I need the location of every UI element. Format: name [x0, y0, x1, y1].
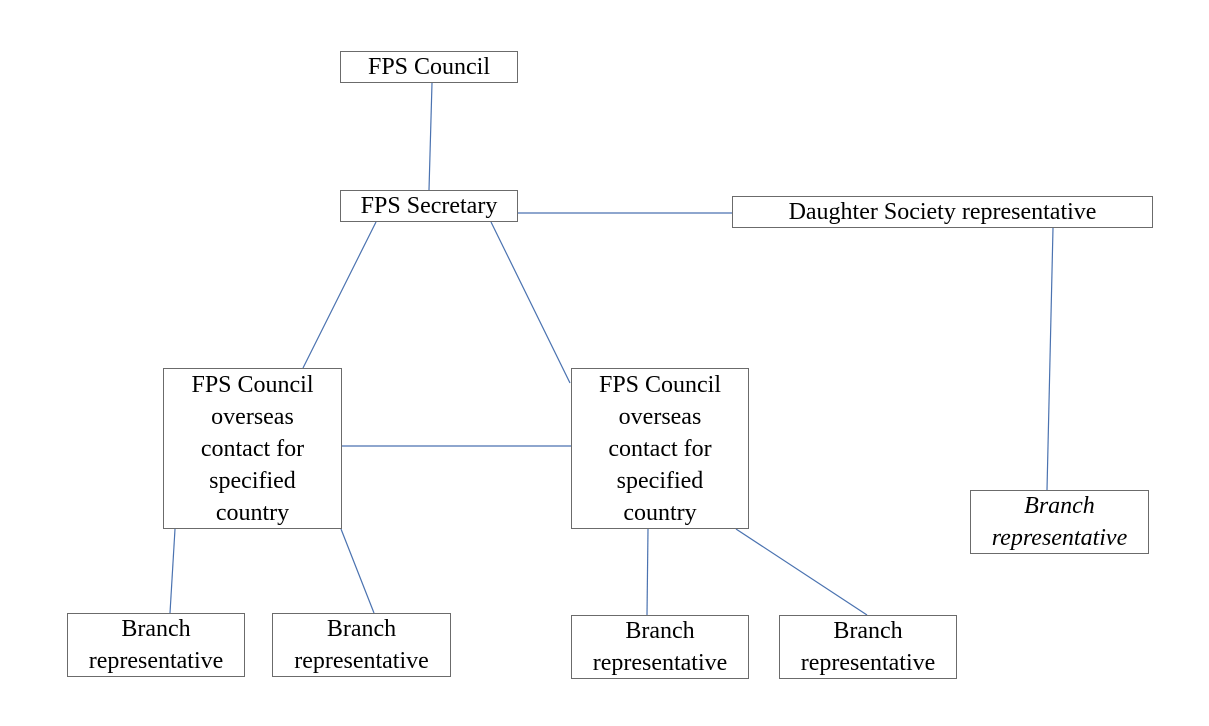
connector-council-to-secretary: [428, 82, 433, 191]
node-fps-council: FPS Council: [340, 51, 518, 83]
node-label-line: representative: [294, 648, 429, 674]
node-overseas-contact-left: FPS Council overseas contact for specifi…: [163, 368, 342, 529]
node-branch-representative-b1: Branch representative: [571, 615, 749, 679]
node-label-line: overseas: [618, 404, 702, 430]
node-label-line: country: [623, 500, 697, 526]
node-label: Daughter Society representative: [788, 199, 1097, 225]
node-label-line: Branch: [121, 616, 191, 642]
connector-overseas-b-to-branch-b1: [646, 528, 649, 616]
node-label-line: representative: [592, 650, 728, 676]
node-branch-representative-b2: Branch representative: [779, 615, 957, 679]
node-label-line: overseas: [211, 404, 294, 430]
node-branch-representative-daughter: Branch representative: [970, 490, 1149, 554]
connector-overseas-a-to-branch-a1: [169, 528, 176, 614]
node-label-block: FPS Council overseas contact for specifi…: [599, 369, 721, 529]
node-label-block: Branch representative: [593, 615, 728, 679]
node-label-line: contact for: [608, 436, 712, 462]
node-label-block: FPS Council overseas contact for specifi…: [191, 369, 313, 529]
node-label: FPS Council: [367, 54, 491, 80]
node-branch-representative-a2: Branch representative: [272, 613, 451, 677]
connector-overseas-b-to-branch-b2: [735, 528, 868, 616]
node-daughter-society-representative: Daughter Society representative: [732, 196, 1153, 228]
node-branch-representative-a1: Branch representative: [67, 613, 245, 677]
node-fps-secretary: FPS Secretary: [340, 190, 518, 222]
node-overseas-contact-right: FPS Council overseas contact for specifi…: [571, 368, 749, 529]
connector-secretary-to-overseas-a: [302, 221, 377, 369]
node-label-line: representative: [991, 525, 1128, 551]
node-label-line: FPS Council: [598, 372, 722, 398]
node-label-line: representative: [800, 650, 936, 676]
node-label-block: Branch representative: [89, 613, 224, 677]
connector-overseas-a-to-branch-a2: [340, 528, 375, 614]
node-label-block: Branch representative: [992, 490, 1128, 554]
node-label-line: specified: [209, 468, 296, 494]
node-label-line: country: [215, 500, 290, 526]
node-label: FPS Secretary: [360, 193, 498, 219]
node-label-line: specified: [616, 468, 704, 494]
connector-daughter-to-branch-ds: [1046, 227, 1054, 491]
node-label-line: Branch: [1024, 493, 1095, 519]
connector-secretary-to-overseas-b: [490, 221, 571, 384]
node-label-line: FPS Council: [191, 372, 314, 398]
node-label-line: representative: [88, 648, 224, 674]
node-label-line: Branch: [625, 618, 695, 644]
org-chart: FPS Council FPS Secretary Daughter Socie…: [0, 0, 1209, 726]
node-label-block: Branch representative: [294, 613, 429, 677]
node-label-block: Branch representative: [801, 615, 936, 679]
node-label-line: Branch: [326, 616, 397, 642]
node-label-line: contact for: [200, 436, 305, 462]
node-label-line: Branch: [833, 618, 903, 644]
